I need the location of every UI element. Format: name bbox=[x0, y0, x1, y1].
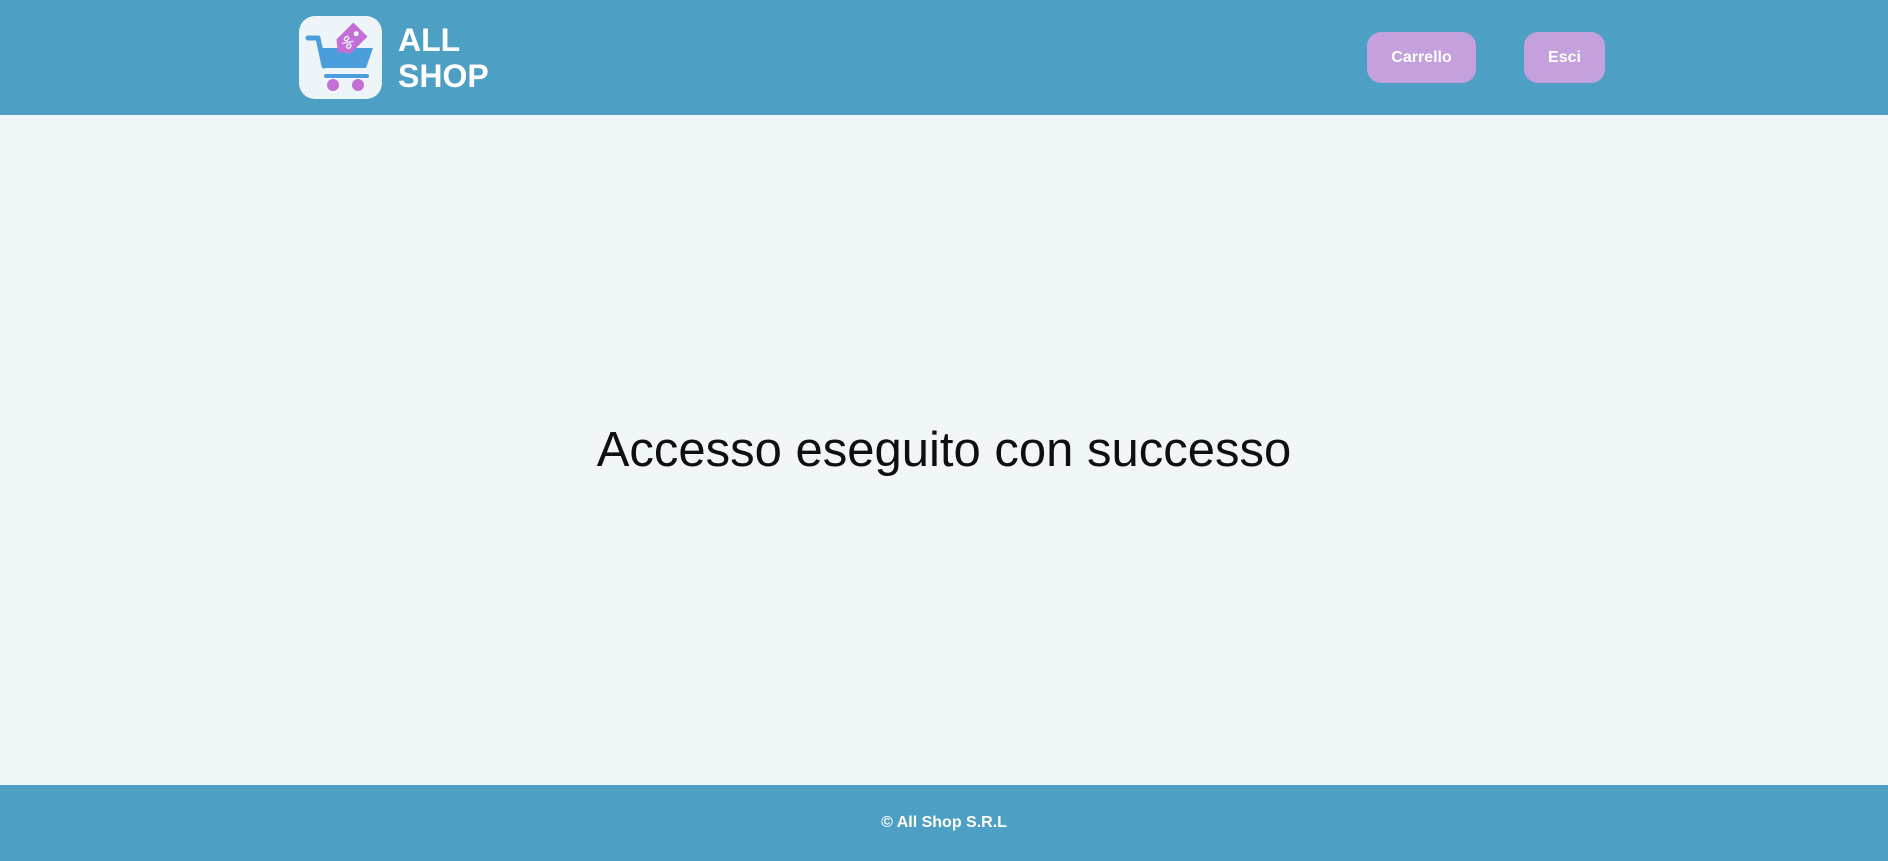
brand-line-2: SHOP bbox=[398, 57, 489, 94]
shopping-cart-icon: % bbox=[299, 16, 382, 99]
brand-name: ALL SHOP bbox=[398, 22, 489, 94]
copyright-text: © All Shop S.R.L bbox=[881, 814, 1007, 831]
logout-button[interactable]: Esci bbox=[1524, 32, 1605, 83]
site-header: % ALL SHOP Carrello Esci bbox=[0, 0, 1888, 115]
success-message: Accesso eseguito con successo bbox=[596, 423, 1292, 477]
brand-line-1: ALL bbox=[398, 21, 461, 58]
site-footer: © All Shop S.R.L bbox=[0, 785, 1888, 861]
brand-logo[interactable]: % ALL SHOP bbox=[299, 16, 489, 99]
main-content: Accesso eseguito con successo bbox=[0, 115, 1888, 785]
cart-button[interactable]: Carrello bbox=[1367, 32, 1476, 83]
